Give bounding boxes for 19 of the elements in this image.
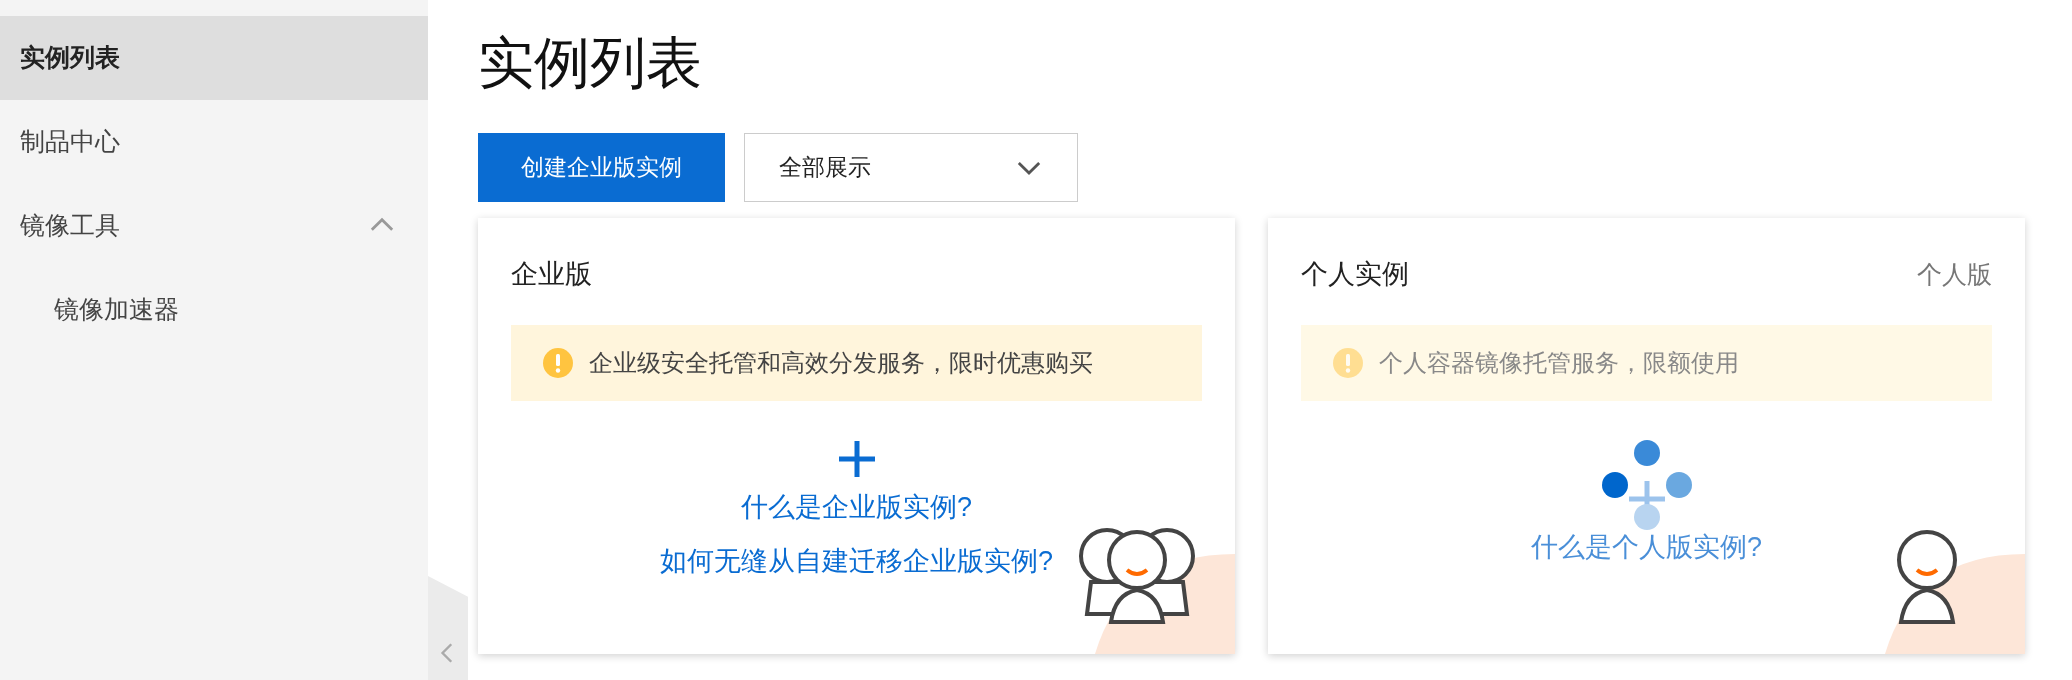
help-link[interactable]: 什么是企业版实例?: [741, 486, 972, 527]
plus-icon: [836, 438, 877, 479]
card-title: 个人实例: [1301, 258, 1409, 291]
filter-dropdown[interactable]: 全部展示: [744, 133, 1078, 202]
warning-icon: [543, 347, 573, 378]
card-title: 企业版: [511, 258, 592, 291]
sidebar-item[interactable]: 制品中心: [0, 100, 428, 184]
sidebar-item[interactable]: 镜像工具: [0, 184, 428, 268]
collapse-handle[interactable]: [428, 576, 468, 680]
notice-text: 个人容器镜像托管服务，限额使用: [1379, 347, 1739, 378]
warning-icon: [1333, 347, 1363, 378]
loading-spinner-icon: [1600, 440, 1693, 532]
sidebar-item[interactable]: 镜像加速器: [0, 268, 428, 352]
notice-text: 企业级安全托管和高效分发服务，限时优惠购买: [589, 347, 1093, 378]
sidebar-item[interactable]: 实例列表: [0, 16, 428, 100]
card-tag: 个人版: [1917, 255, 1992, 293]
create-instance-button[interactable]: 创建企业版实例: [478, 133, 725, 202]
help-link[interactable]: 如何无缝从自建迁移企业版实例?: [660, 541, 1053, 582]
page-title: 实例列表: [478, 30, 703, 96]
